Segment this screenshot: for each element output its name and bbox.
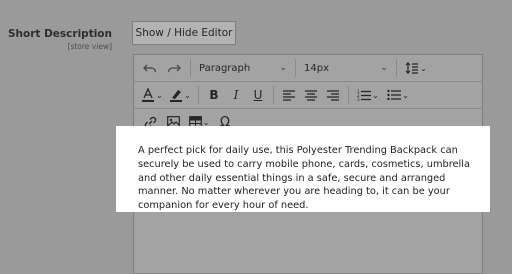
chevron-down-icon: ⌄ [156, 90, 163, 100]
chevron-down-icon: ⌄ [372, 90, 379, 100]
svg-text:3: 3 [357, 97, 360, 101]
field-label: Short Description [store view] [8, 28, 112, 51]
toolbar-separator [396, 59, 397, 77]
underline-button[interactable]: U [247, 85, 269, 105]
toolbar-separator [348, 86, 349, 104]
chevron-down-icon: ⌄ [184, 90, 191, 100]
editor-content-highlight[interactable]: A perfect pick for daily use, this Polye… [116, 126, 490, 212]
line-height-icon[interactable]: ⌄ [401, 58, 431, 78]
undo-icon[interactable] [138, 58, 162, 78]
align-right-icon[interactable] [322, 85, 344, 105]
toolbar-row-2: ⌄ ⌄ B I U 123 ⌄ ⌄ [134, 82, 482, 109]
block-format-select[interactable]: Paragraph ⌄ [195, 58, 291, 78]
chevron-down-icon: ⌄ [380, 63, 388, 73]
chevron-down-icon: ⌄ [279, 63, 287, 73]
store-view-scope: [store view] [67, 42, 112, 51]
block-format-value: Paragraph [199, 62, 251, 74]
toolbar-separator [273, 86, 274, 104]
chevron-down-icon: ⌄ [420, 63, 427, 73]
toolbar-separator [198, 86, 199, 104]
bullet-list-icon[interactable]: ⌄ [383, 85, 413, 105]
short-description-text: A perfect pick for daily use, this Polye… [138, 145, 470, 212]
short-description-label: Short Description [7, 28, 112, 40]
highlight-icon[interactable]: ⌄ [166, 85, 194, 105]
toolbar-row-1: Paragraph ⌄ 14px ⌄ ⌄ [134, 55, 482, 82]
italic-button[interactable]: I [225, 85, 247, 105]
redo-icon[interactable] [162, 58, 186, 78]
text-color-icon[interactable]: ⌄ [138, 85, 166, 105]
font-size-select[interactable]: 14px ⌄ [300, 58, 392, 78]
toolbar-separator [190, 59, 191, 77]
show-hide-editor-button[interactable]: Show / Hide Editor [132, 21, 236, 45]
font-size-value: 14px [304, 62, 329, 74]
bold-button[interactable]: B [203, 85, 225, 105]
numbered-list-icon[interactable]: 123 ⌄ [353, 85, 383, 105]
toolbar-separator [295, 59, 296, 77]
chevron-down-icon: ⌄ [402, 90, 409, 100]
align-left-icon[interactable] [278, 85, 300, 105]
align-center-icon[interactable] [300, 85, 322, 105]
